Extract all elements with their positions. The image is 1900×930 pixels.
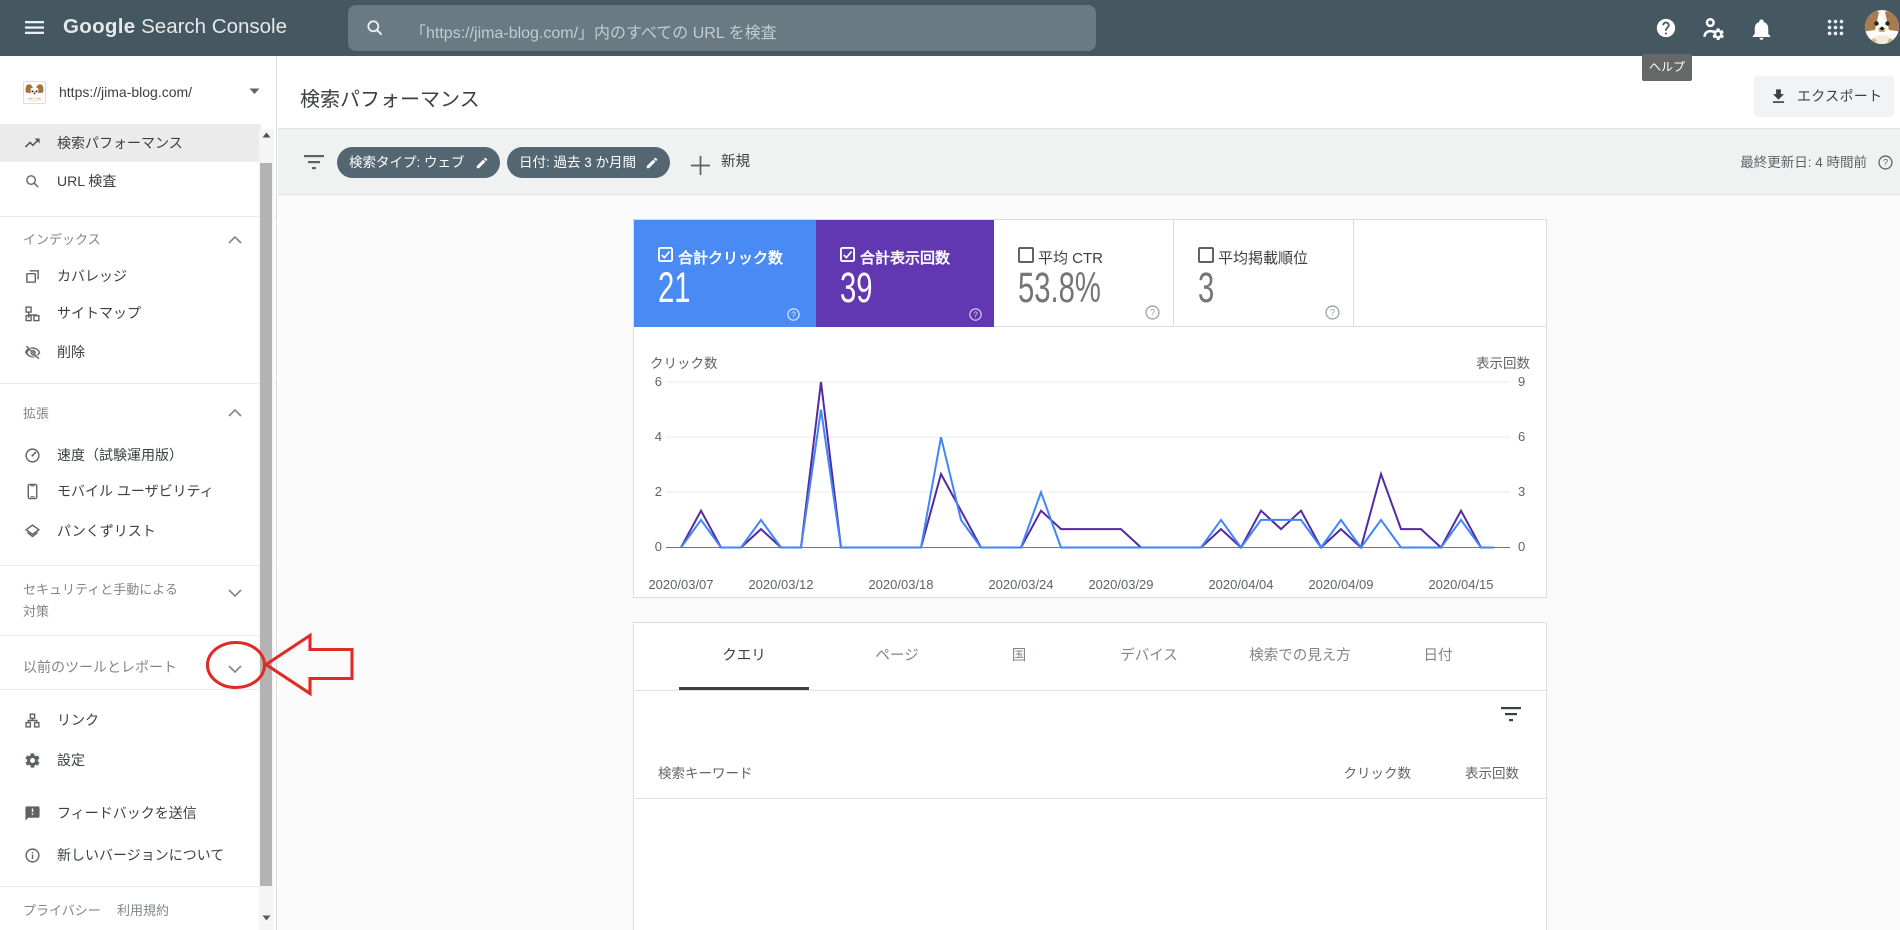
svg-text:表示回数: 表示回数 <box>1476 356 1530 371</box>
svg-text:2020/04/04: 2020/04/04 <box>1208 577 1273 592</box>
svg-text:9: 9 <box>1518 374 1525 389</box>
svg-text:6: 6 <box>655 374 662 389</box>
svg-text:?: ? <box>1330 308 1335 318</box>
svg-text:2020/04/15: 2020/04/15 <box>1428 577 1493 592</box>
svg-text:2: 2 <box>655 484 662 499</box>
svg-text:2020/04/09: 2020/04/09 <box>1308 577 1373 592</box>
svg-text:?: ? <box>791 310 796 319</box>
svg-text:クリック数: クリック数 <box>650 356 718 371</box>
svg-text:2020/03/29: 2020/03/29 <box>1088 577 1153 592</box>
svg-text:0: 0 <box>1518 539 1525 554</box>
svg-text:?: ? <box>1883 158 1888 168</box>
svg-text:2020/03/12: 2020/03/12 <box>748 577 813 592</box>
svg-text:0: 0 <box>655 539 662 554</box>
svg-text:2020/03/24: 2020/03/24 <box>988 577 1053 592</box>
svg-text:2020/03/07: 2020/03/07 <box>648 577 713 592</box>
svg-text:?: ? <box>1150 308 1155 318</box>
svg-text:?: ? <box>973 310 978 319</box>
svg-text:3: 3 <box>1518 484 1525 499</box>
svg-text:2020/03/18: 2020/03/18 <box>868 577 933 592</box>
svg-text:4: 4 <box>655 429 662 444</box>
svg-text:6: 6 <box>1518 429 1525 444</box>
